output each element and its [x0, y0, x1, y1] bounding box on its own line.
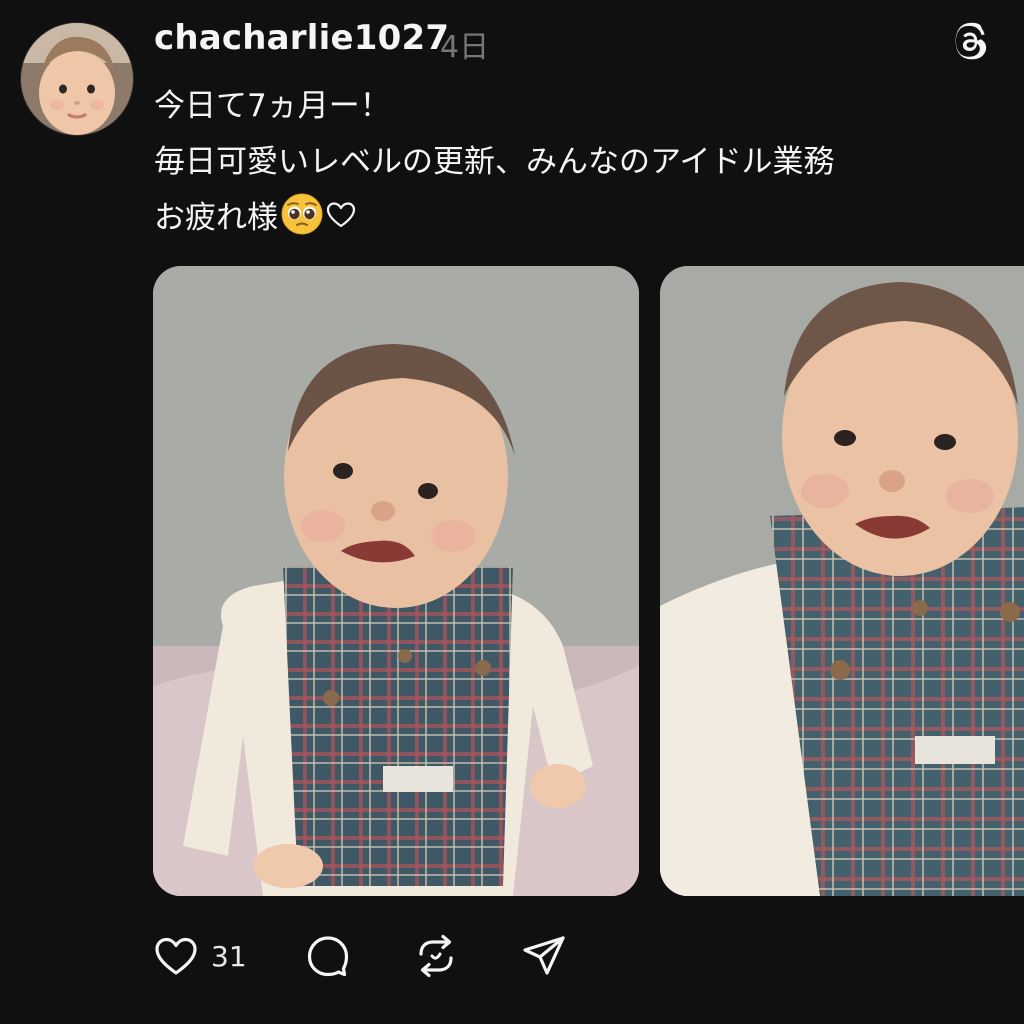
thread-post: chacharlie1027 4日 今日て7ヵ月ー！ 毎日可愛いレベルの更新、み…: [0, 0, 1024, 1024]
like-button[interactable]: 31: [153, 930, 247, 982]
heart-outline-emoji-icon: [326, 200, 356, 230]
baby-photo-1[interactable]: [153, 266, 639, 896]
caption-line-1: 今日て7ヵ月ー！: [154, 88, 391, 124]
avatar-image: [21, 23, 133, 135]
baby-photo-2[interactable]: [660, 266, 1024, 896]
caption-line-3: お疲れ様: [154, 190, 994, 246]
post-caption: 今日て7ヵ月ー！ 毎日可愛いレベルの更新、みんなのアイドル業務 お疲れ様: [154, 78, 994, 246]
send-icon: [523, 936, 565, 975]
caption-line-2: 毎日可愛いレベルの更新、みんなのアイドル業務: [154, 144, 835, 180]
caption-line-3-text: お疲れ様: [154, 200, 278, 236]
comment-icon: [307, 936, 349, 977]
baby-photo-1-image: [153, 266, 639, 896]
like-count: 31: [211, 939, 247, 973]
pleading-face-emoji-icon: [280, 192, 324, 236]
image-carousel[interactable]: [153, 266, 1024, 896]
avatar[interactable]: [21, 23, 133, 135]
post-time: 4日: [440, 30, 490, 65]
reply-button[interactable]: [305, 930, 351, 982]
baby-photo-2-image: [660, 266, 1024, 896]
threads-logo-icon[interactable]: [950, 22, 990, 62]
repost-button[interactable]: [413, 930, 459, 982]
repost-icon: [419, 934, 453, 978]
share-button[interactable]: [521, 930, 567, 982]
username[interactable]: chacharlie1027: [154, 18, 449, 58]
heart-icon: [155, 937, 197, 975]
